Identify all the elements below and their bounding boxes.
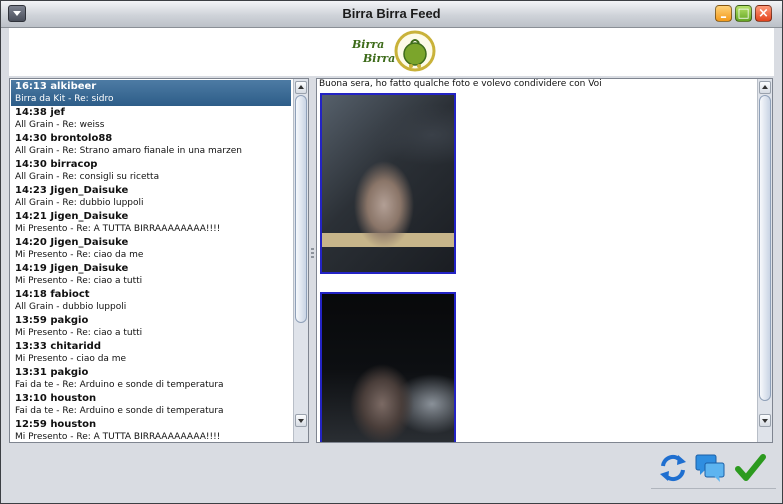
feed-item-subject: Birra da Kit - Re: sidro — [15, 94, 114, 104]
feed-item-subject: Mi Presento - Re: ciao a tutti — [15, 328, 143, 338]
feed-item-time-user: 13:33 chitaridd — [15, 341, 101, 352]
refresh-button[interactable] — [657, 452, 689, 484]
scroll-up-button[interactable] — [295, 81, 307, 94]
feed-item-time-user: 13:31 pakgio — [15, 367, 89, 378]
feed-item-time-user: 14:20 Jigen_Daisuke — [15, 237, 129, 248]
feed-item-subject: Mi Presento - Re: A TUTTA BIRRAAAAAAAA!!… — [15, 432, 221, 442]
feed-item-subject: Mi Presento - Re: ciao da me — [15, 250, 144, 260]
feed-item-time-user: 13:59 pakgio — [15, 315, 89, 326]
feed-item-subject: Fai da te - Re: Arduino e sonde di tempe… — [15, 406, 224, 416]
window-title: Birra Birra Feed — [342, 6, 441, 21]
title-bar[interactable]: Birra Birra Feed – □ × — [1, 1, 782, 28]
feed-item-subject: Mi Presento - ciao da me — [15, 354, 127, 364]
feed-item[interactable]: 14:19 Jigen_Daisuke Mi Presento - Re: cia… — [11, 262, 291, 288]
scroll-thumb[interactable] — [759, 95, 771, 401]
feed-item[interactable]: 14:18 fabioct All Grain - dubbio luppoli — [11, 288, 291, 314]
maximize-button[interactable]: □ — [735, 5, 752, 22]
feed-item-time-user: 14:19 Jigen_Daisuke — [15, 263, 129, 274]
chat-button[interactable] — [694, 452, 726, 484]
feed-item-time-user: 12:59 houston — [15, 419, 97, 430]
feed-item[interactable]: 14:21 Jigen_Daisuke Mi Presento - Re: A T… — [11, 210, 291, 236]
post-content-pane: Buona sera, ho fatto qualche foto e vole… — [316, 78, 773, 443]
feed-item[interactable]: 13:59 pakgio Mi Presento - Re: ciao a tut… — [11, 314, 291, 340]
feed-item-time-user: 16:13 alkibeer — [15, 81, 97, 92]
pane-splitter[interactable] — [310, 246, 315, 266]
scroll-up-button[interactable] — [759, 81, 771, 94]
close-icon: × — [758, 6, 769, 21]
feed-item-time-user: 14:38 jef — [15, 107, 65, 118]
minimize-icon: – — [720, 10, 727, 25]
birra-birra-logo: Birra Birra — [351, 30, 436, 72]
ok-button[interactable] — [734, 452, 766, 484]
refresh-icon — [660, 454, 686, 482]
feed-item-subject: All Grain - Re: Strano amaro fianale in … — [15, 146, 242, 156]
feed-item[interactable]: 12:59 houston Mi Presento - Re: A TUTTA B… — [11, 418, 291, 442]
feed-item[interactable]: 16:13 alkibeer Birra da Kit - Re: sidro — [11, 80, 291, 106]
feed-item[interactable]: 13:10 houston Fai da te - Re: Arduino e s… — [11, 392, 291, 418]
feed-item[interactable]: 14:20 Jigen_Daisuke Mi Presento - Re: cia… — [11, 236, 291, 262]
maximize-icon: □ — [737, 6, 750, 21]
feed-item[interactable]: 13:33 chitaridd Mi Presento - ciao da me — [11, 340, 291, 366]
feed-item-time-user: 14:23 Jigen_Daisuke — [15, 185, 129, 196]
feed-item-subject: All Grain - dubbio luppoli — [15, 302, 127, 312]
post-scrollbar[interactable] — [757, 79, 772, 442]
logo-line1: Birra — [351, 38, 384, 51]
action-bar — [1, 444, 782, 503]
minimize-button[interactable]: – — [715, 5, 732, 25]
feed-item-time-user: 14:30 brontolo88 — [15, 133, 113, 144]
feed-item-time-user: 14:30 birracop — [15, 159, 98, 170]
divider — [651, 488, 776, 489]
feed-item-subject: All Grain - Re: weiss — [15, 120, 105, 130]
chat-icon — [695, 454, 725, 482]
post-photo[interactable] — [320, 292, 456, 442]
scroll-thumb[interactable] — [295, 95, 307, 323]
checkmark-icon — [735, 454, 766, 481]
feed-list-scrollbar[interactable] — [293, 79, 308, 442]
feed-item-time-user: 14:18 fabioct — [15, 289, 90, 300]
feed-item-subject: All Grain - Re: dubbio luppoli — [15, 198, 144, 208]
feed-item[interactable]: 14:23 Jigen_Daisuke All Grain - Re: dubbi… — [11, 184, 291, 210]
feed-item-time-user: 14:21 Jigen_Daisuke — [15, 211, 129, 222]
post-photo[interactable] — [320, 93, 456, 274]
close-button[interactable]: × — [755, 5, 772, 22]
feed-item[interactable]: 13:31 pakgio Fai da te - Re: Arduino e so… — [11, 366, 291, 392]
feed-item-subject: Fai da te - Re: Arduino e sonde di tempe… — [15, 380, 224, 390]
feed-item-subject: Mi Presento - Re: ciao a tutti — [15, 276, 143, 286]
logo-line2: Birra — [362, 52, 395, 65]
scroll-down-button[interactable] — [759, 414, 771, 427]
feed-item-time-user: 13:10 houston — [15, 393, 97, 404]
feed-item-subject: All Grain - Re: consigli su ricetta — [15, 172, 160, 182]
feed-item-subject: Mi Presento - Re: A TUTTA BIRRAAAAAAAA!!… — [15, 224, 221, 234]
scroll-down-button[interactable] — [295, 414, 307, 427]
feed-item[interactable]: 14:30 brontolo88 All Grain - Re: Strano a… — [11, 132, 291, 158]
feed-list-pane: 16:13 alkibeer Birra da Kit - Re: sidro 14… — [9, 78, 309, 443]
header-banner: Birra Birra — [9, 28, 774, 76]
feed-item[interactable]: 14:38 jef All Grain - Re: weiss — [11, 106, 291, 132]
post-text: Buona sera, ho fatto qualche foto e vole… — [319, 79, 602, 89]
feed-list: 16:13 alkibeer Birra da Kit - Re: sidro 14… — [11, 80, 291, 442]
app-window: Birra Birra Feed – □ × Birra Birra 16:13… — [0, 0, 783, 504]
feed-item[interactable]: 14:30 birracop All Grain - Re: consigli s… — [11, 158, 291, 184]
